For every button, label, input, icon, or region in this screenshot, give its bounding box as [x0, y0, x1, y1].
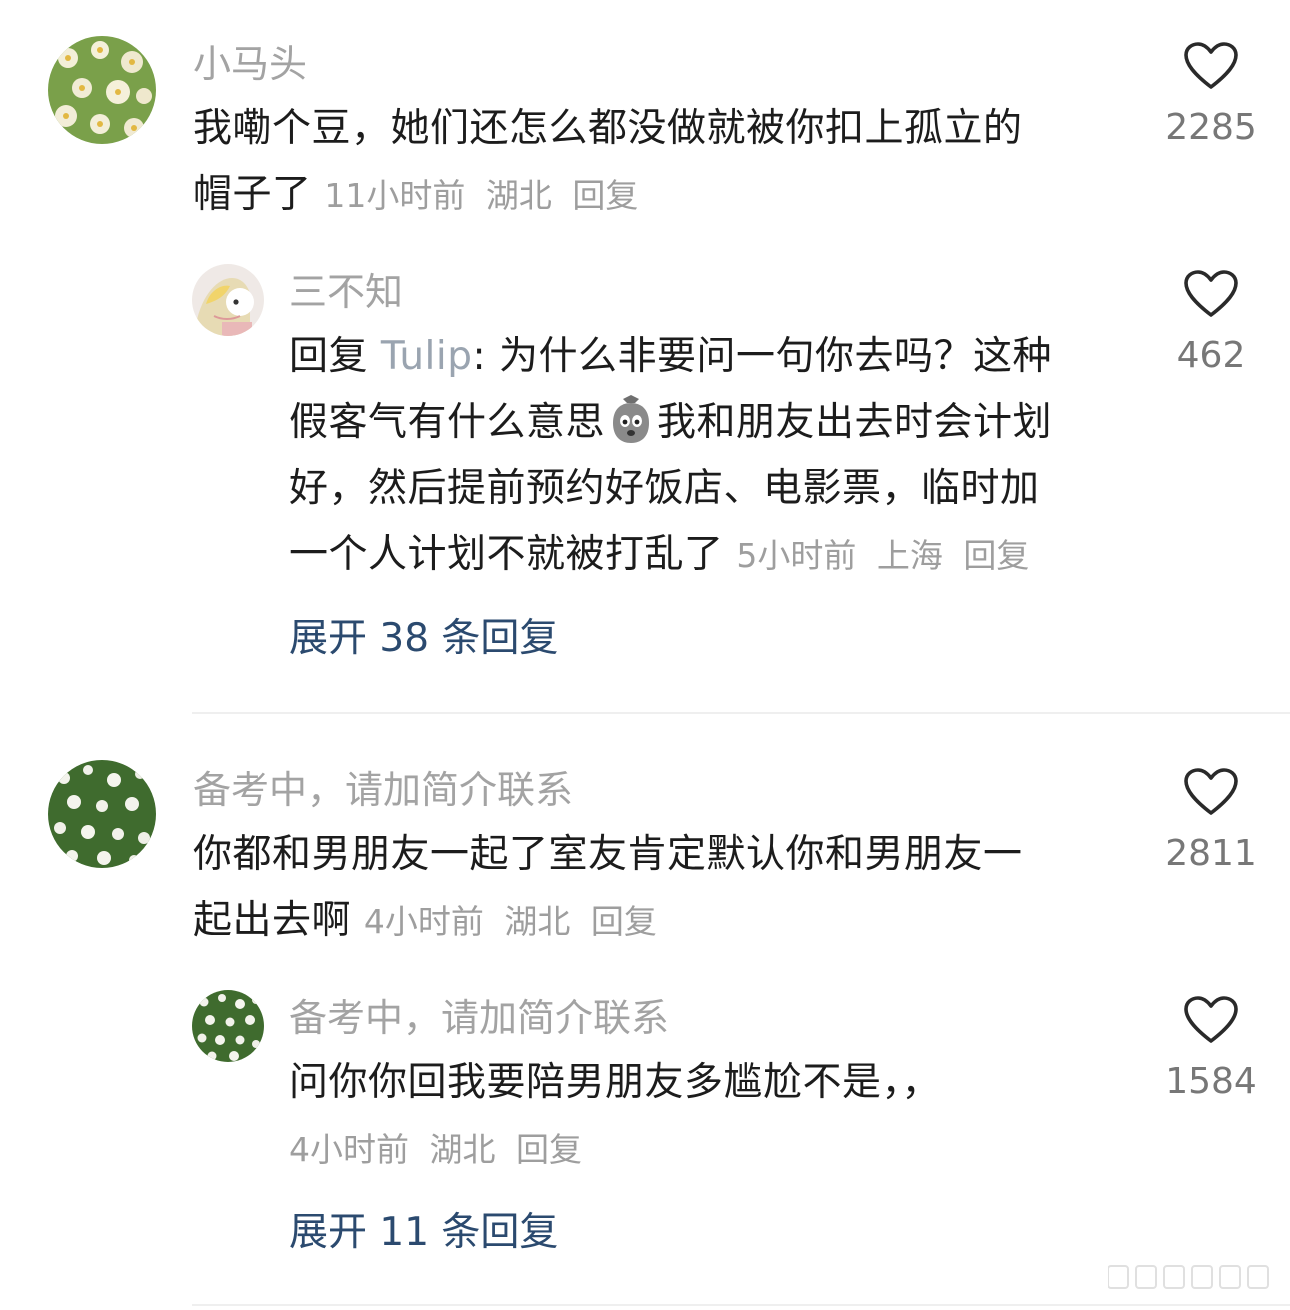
timestamp: 4小时前	[363, 902, 484, 941]
like-button[interactable]: 1584	[1151, 996, 1271, 1104]
comment-text-fragment: 假客气有什么意思	[289, 400, 606, 445]
comment-text-fragment: 一个人计划不就被打乱了	[289, 532, 724, 577]
location: 湖北	[485, 176, 552, 215]
timestamp: 11小时前	[324, 176, 466, 215]
divider	[192, 712, 1290, 714]
heart-icon	[1184, 996, 1238, 1043]
comment-text-fragment: : 为什么非要问一句你去吗？这种	[472, 334, 1053, 379]
location: 湖北	[429, 1130, 496, 1169]
comment-text: 我嘞个豆，她们还怎么都没做就被你扣上孤立的 帽子了 11小时前 湖北 回复	[193, 96, 1133, 229]
reply-prefix: 回复	[289, 334, 369, 379]
username[interactable]: 备考中，请加简介联系	[193, 766, 573, 814]
watermark-icon	[1107, 1262, 1278, 1296]
comment-text-line: 假客气有什么意思 我和朋友出去时会计划	[289, 390, 1139, 456]
mention-link[interactable]: Tulip	[381, 334, 473, 379]
timestamp: 4小时前	[289, 1130, 409, 1169]
like-count: 462	[1176, 335, 1246, 376]
comment-text-line: 4小时前 湖北 回复	[289, 1116, 1139, 1183]
expand-replies-button[interactable]: 展开 11 条回复	[289, 1208, 558, 1258]
comment-text-line: 我嘞个豆，她们还怎么都没做就被你扣上孤立的	[193, 106, 1023, 151]
crying-bag-emoji-icon	[613, 395, 650, 443]
comment-text-line: 好，然后提前预约好饭店、电影票，临时加	[289, 466, 1040, 511]
avatar[interactable]	[48, 36, 156, 144]
comment-text-line: 起出去啊 4小时前 湖北 回复	[193, 888, 1133, 955]
comment-text: 你都和男朋友一起了室友肯定默认你和男朋友一 起出去啊 4小时前 湖北 回复	[193, 822, 1133, 955]
like-count: 2285	[1165, 107, 1257, 148]
comment-text-line: 一个人计划不就被打乱了 5小时前 上海 回复	[289, 522, 1139, 589]
comment-text-fragment: 我和朋友出去时会计划	[657, 400, 1053, 445]
timestamp: 5小时前	[736, 536, 857, 575]
location: 上海	[876, 536, 943, 575]
comment-text-fragment: 帽子了	[193, 172, 312, 217]
like-button[interactable]: 462	[1151, 270, 1271, 378]
comment-text: 问你你回我要陪男朋友多尴尬不是，， 4小时前 湖北 回复	[289, 1050, 1139, 1183]
username[interactable]: 三不知	[289, 268, 403, 316]
heart-icon	[1184, 42, 1238, 89]
like-button[interactable]: 2811	[1151, 768, 1271, 876]
comment-meta: 4小时前 湖北 回复	[364, 902, 667, 941]
avatar[interactable]	[192, 264, 264, 336]
comment-meta: 4小时前 湖北 回复	[289, 1130, 592, 1169]
location: 湖北	[504, 902, 571, 941]
divider	[192, 1304, 1290, 1306]
comment-text-line: 问你你回我要陪男朋友多尴尬不是，，	[289, 1060, 942, 1105]
comment-text-line: 你都和男朋友一起了室友肯定默认你和男朋友一	[193, 832, 1023, 877]
expand-replies-button[interactable]: 展开 38 条回复	[289, 614, 558, 664]
like-button[interactable]: 2285	[1151, 42, 1271, 150]
comment-text-line: 回复 Tulip: 为什么非要问一句你去吗？这种	[289, 324, 1139, 390]
heart-icon	[1184, 270, 1238, 317]
comment-text-fragment: 起出去啊	[193, 898, 352, 943]
reply-button[interactable]: 回复	[591, 902, 657, 941]
comment-meta: 5小时前 上海 回复	[736, 536, 1039, 575]
username[interactable]: 小马头	[193, 40, 307, 88]
reply-button[interactable]: 回复	[572, 176, 638, 215]
username[interactable]: 备考中，请加简介联系	[289, 994, 669, 1042]
reply-button[interactable]: 回复	[963, 536, 1029, 575]
comment-text-line: 帽子了 11小时前 湖北 回复	[193, 162, 1133, 229]
heart-icon	[1184, 768, 1238, 815]
like-count: 2811	[1165, 833, 1257, 874]
avatar[interactable]	[48, 760, 156, 868]
comment-text: 回复 Tulip: 为什么非要问一句你去吗？这种 假客气有什么意思 我和朋友出去…	[289, 324, 1139, 589]
like-count: 1584	[1165, 1061, 1257, 1102]
avatar[interactable]	[192, 990, 264, 1062]
comment-meta: 11小时前 湖北 回复	[324, 176, 648, 215]
reply-button[interactable]: 回复	[516, 1130, 582, 1169]
